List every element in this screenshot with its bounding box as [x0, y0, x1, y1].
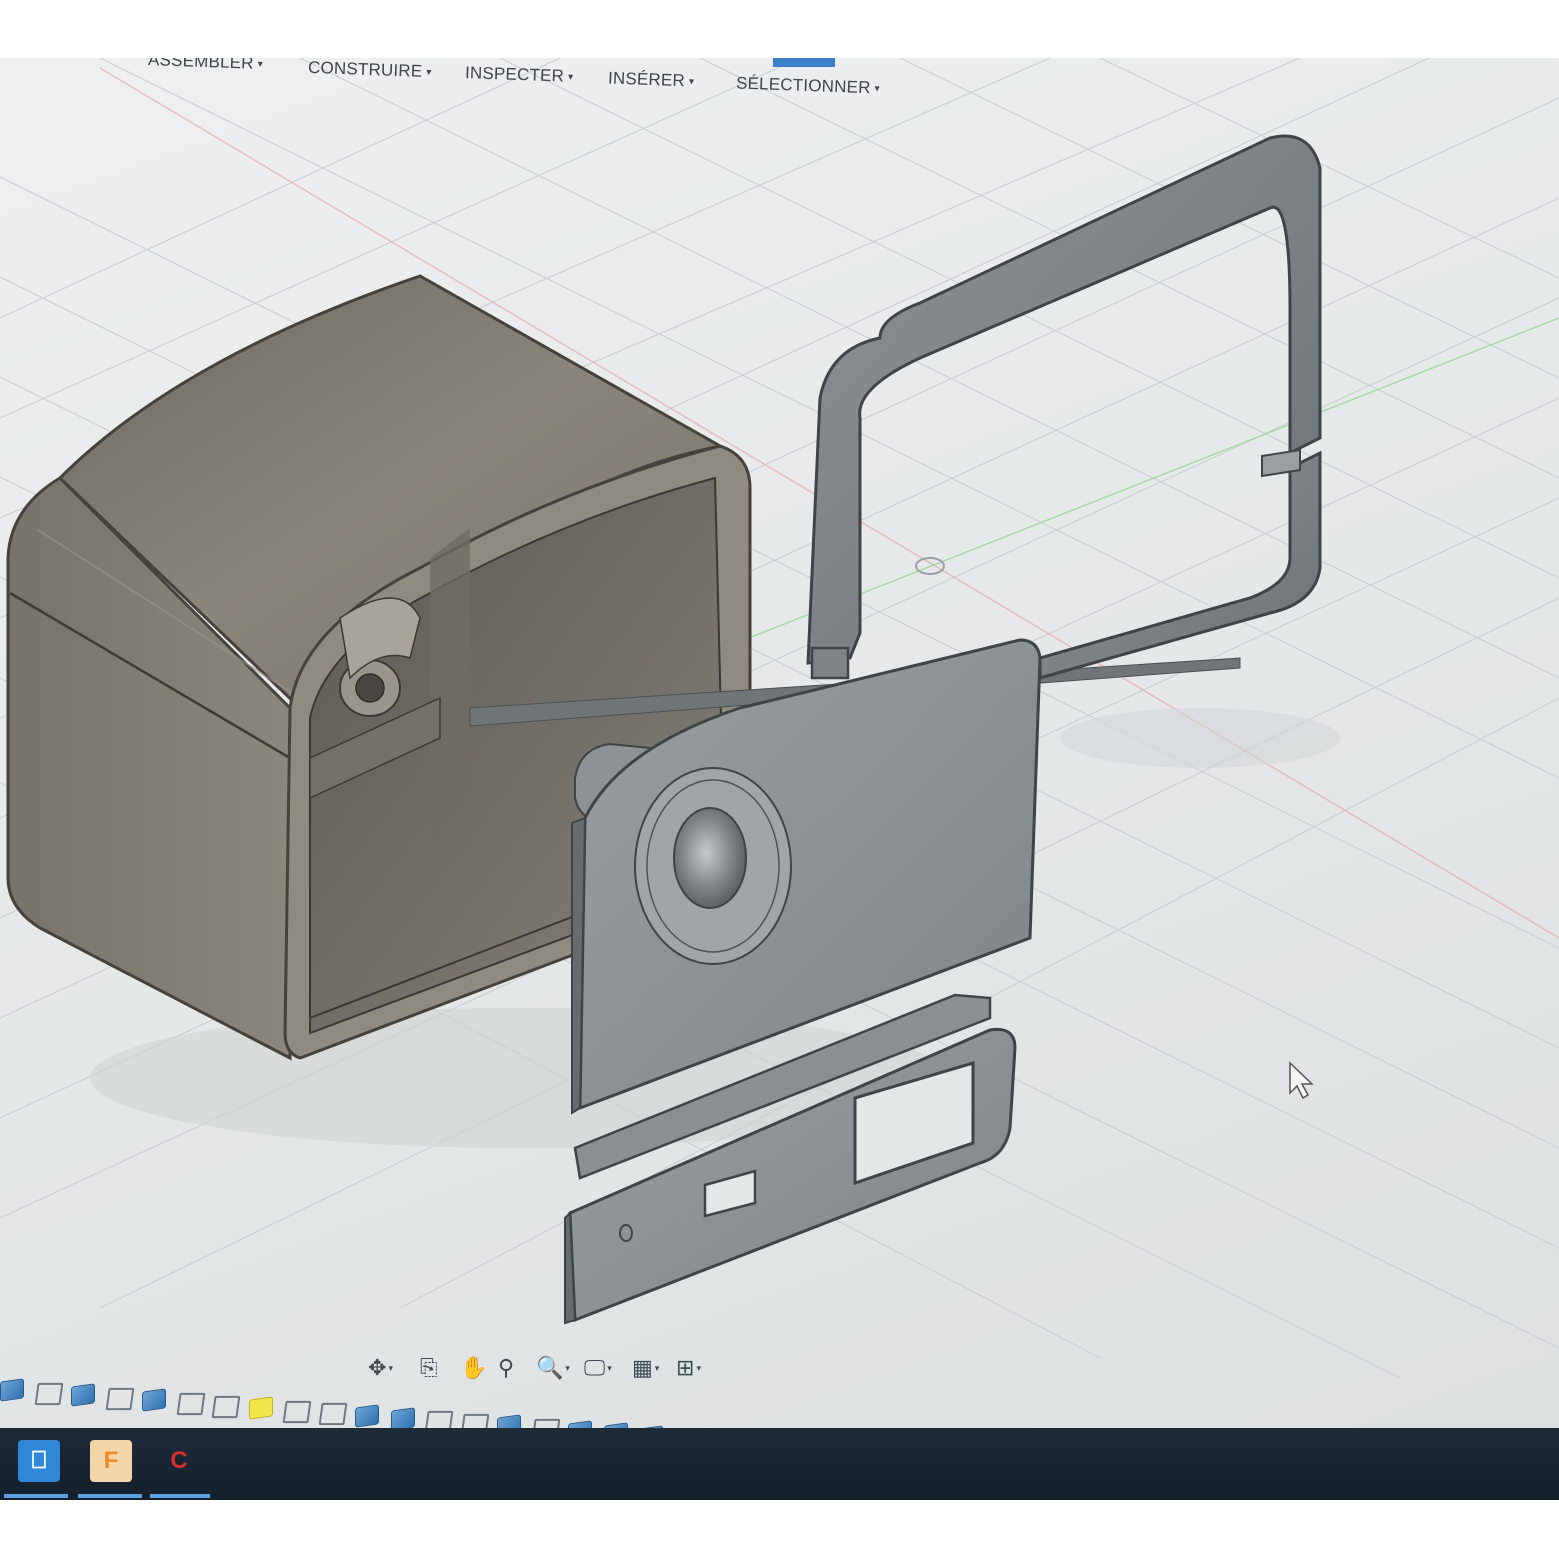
active-app-underline [78, 1494, 142, 1498]
body-feature-icon[interactable] [0, 1378, 24, 1402]
3d-viewport[interactable] [0, 58, 1559, 1500]
design-timeline: ✥✥✥✥✥ [0, 1368, 1559, 1498]
menu-label: INSPECTER [464, 63, 565, 86]
workspace-toolbar: ASSEMBLER ▾ CONSTRUIRE ▾ INSPECTER ▾ INSÉRE… [0, 58, 1559, 108]
sketch-feature-icon[interactable] [282, 1400, 312, 1423]
sketch-feature-icon[interactable] [211, 1395, 241, 1418]
active-app-underline [150, 1494, 210, 1498]
body-feature-icon[interactable] [248, 1396, 273, 1420]
fusion-360-icon: F [103, 1447, 119, 1474]
chevron-down-icon: ▾ [567, 71, 574, 83]
sketch-feature-icon[interactable] [34, 1382, 63, 1405]
menu-inspecter[interactable]: INSPECTER ▾ [465, 63, 574, 87]
menu-selectionner[interactable]: SÉLECTIONNER ▾ [736, 73, 881, 98]
menu-label: CONSTRUIRE [307, 58, 423, 81]
mouse-cursor-icon [1289, 1061, 1314, 1100]
ccleaner-button[interactable]: C [158, 1440, 200, 1482]
app-launcher-icon: ⎕ [31, 1447, 47, 1474]
active-tab-indicator [773, 58, 835, 67]
app-launcher-button[interactable]: ⎕ [18, 1440, 60, 1482]
body-feature-icon[interactable] [355, 1404, 379, 1428]
chevron-down-icon: ▾ [257, 58, 264, 71]
ccleaner-icon: C [170, 1447, 188, 1474]
fusion-360-window: ASSEMBLER ▾ CONSTRUIRE ▾ INSPECTER ▾ INSÉRE… [0, 58, 1559, 1500]
menu-label: SÉLECTIONNER [735, 73, 871, 98]
body-feature-icon[interactable] [71, 1383, 95, 1407]
chevron-down-icon: ▾ [426, 66, 432, 79]
sketch-feature-icon[interactable] [318, 1403, 347, 1426]
menu-construire[interactable]: CONSTRUIRE ▾ [308, 58, 432, 82]
active-app-underline [4, 1494, 68, 1498]
chevron-down-icon: ▾ [874, 83, 881, 95]
photo-frame: ASSEMBLER ▾ CONSTRUIRE ▾ INSPECTER ▾ INSÉRE… [0, 0, 1559, 1559]
os-taskbar: ⎕ F C [0, 1428, 1559, 1500]
menu-label: ASSEMBLER [147, 58, 255, 73]
side-frame-ring [806, 134, 1322, 680]
menu-assembler[interactable]: ASSEMBLER ▾ [148, 58, 264, 74]
sketch-feature-icon[interactable] [105, 1387, 134, 1410]
body-feature-icon[interactable] [142, 1388, 166, 1413]
sketch-feature-icon[interactable] [176, 1392, 205, 1416]
chevron-down-icon: ▾ [688, 76, 695, 88]
menu-label: INSÉRER [607, 68, 686, 91]
fusion-360-button[interactable]: F [90, 1440, 132, 1482]
body-feature-icon[interactable] [390, 1406, 415, 1431]
menu-inserer[interactable]: INSÉRER ▾ [608, 69, 695, 92]
